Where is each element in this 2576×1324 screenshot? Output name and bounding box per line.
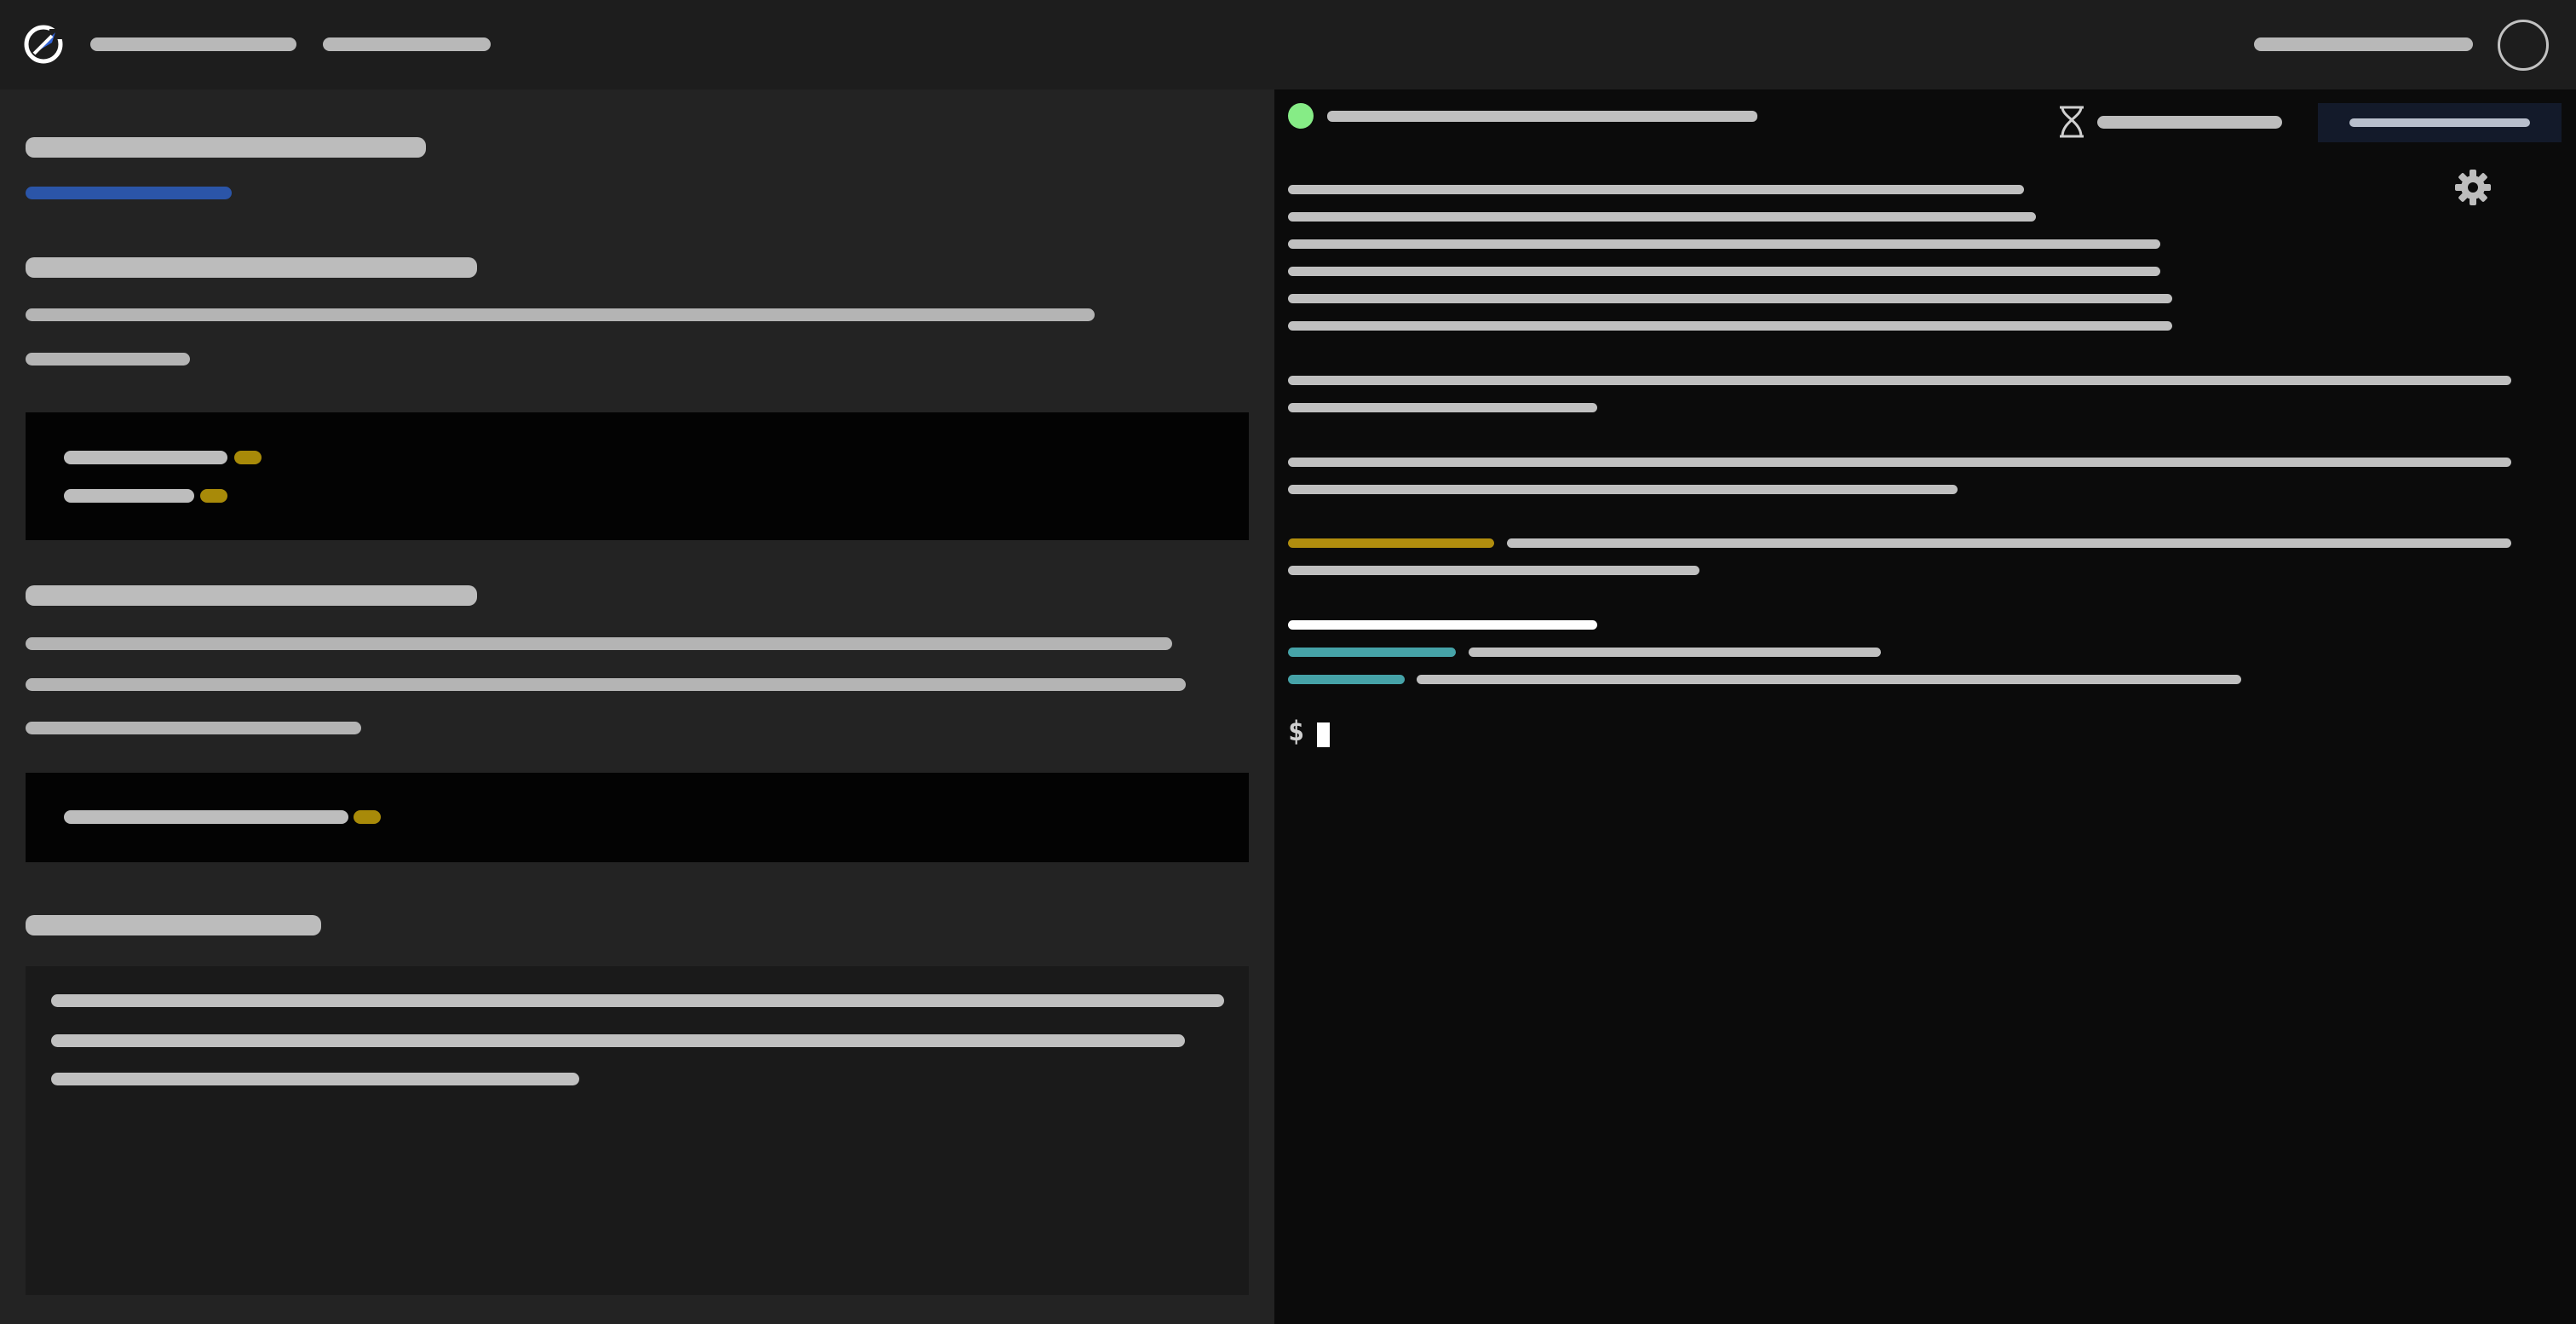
- terminal-action-label: [2349, 118, 2530, 127]
- page-title: [26, 137, 426, 158]
- page-link[interactable]: [26, 187, 232, 199]
- paragraph-line: [26, 353, 190, 366]
- notes-textarea[interactable]: [26, 966, 1249, 1295]
- connection-status-indicator: [1288, 103, 1314, 129]
- terminal-output-line: [1288, 566, 1699, 575]
- section-heading-1: [26, 257, 477, 278]
- section-heading-2: [26, 585, 477, 606]
- terminal-output-line: [1288, 403, 1597, 412]
- code-line: [64, 451, 227, 464]
- paragraph-line: [26, 678, 1186, 691]
- copy-chip[interactable]: [234, 451, 262, 464]
- code-block-2: [26, 773, 1249, 862]
- terminal-output-line: [1288, 321, 2172, 331]
- terminal-output-line: [1288, 376, 2511, 385]
- nav-link-2[interactable]: [323, 37, 491, 51]
- gear-icon[interactable]: [2454, 169, 2492, 206]
- paragraph-line: [26, 722, 361, 734]
- textarea-line: [51, 1034, 1185, 1047]
- terminal-colored-token: [1288, 648, 1456, 657]
- terminal-output-line: [1288, 239, 2160, 249]
- code-block-1: [26, 412, 1249, 540]
- terminal-highlight-token: [1288, 538, 1494, 548]
- terminal-output-line: [1288, 267, 2160, 276]
- terminal-cursor[interactable]: [1317, 722, 1330, 747]
- terminal-colored-token: [1288, 675, 1405, 684]
- terminal-header-label: [1327, 111, 1757, 122]
- terminal-panel[interactable]: $: [1274, 89, 2576, 1324]
- terminal-output-line: [1417, 675, 2241, 684]
- terminal-output-line: [1288, 185, 2024, 194]
- terminal-action-button[interactable]: [2318, 103, 2562, 142]
- copy-chip[interactable]: [354, 810, 381, 824]
- textarea-line: [51, 994, 1224, 1007]
- terminal-output-line: [1469, 648, 1881, 657]
- terminal-output-line: [1288, 294, 2172, 303]
- terminal-output-line: [1288, 485, 1958, 494]
- terminal-output-line: [1288, 212, 2036, 222]
- copy-chip[interactable]: [200, 489, 227, 503]
- paragraph-line: [26, 637, 1172, 650]
- section-heading-3: [26, 915, 321, 935]
- terminal-output-heading: [1288, 620, 1597, 630]
- textarea-line: [51, 1073, 579, 1085]
- account-link[interactable]: [2254, 37, 2473, 51]
- terminal-output-line: [1288, 458, 2511, 467]
- top-navigation-bar: [0, 0, 2576, 89]
- terminal-output-line: [1507, 538, 2511, 548]
- code-line: [64, 489, 194, 503]
- nav-link-1[interactable]: [90, 37, 296, 51]
- timer-readout: [2097, 116, 2282, 129]
- paragraph-line: [26, 308, 1095, 321]
- terminal-prompt: $: [1288, 715, 1305, 747]
- logo-icon[interactable]: [24, 25, 63, 64]
- hourglass-icon: [2060, 106, 2084, 138]
- avatar-icon[interactable]: [2498, 20, 2549, 71]
- instructions-panel: [0, 89, 1274, 1324]
- code-line: [64, 810, 348, 824]
